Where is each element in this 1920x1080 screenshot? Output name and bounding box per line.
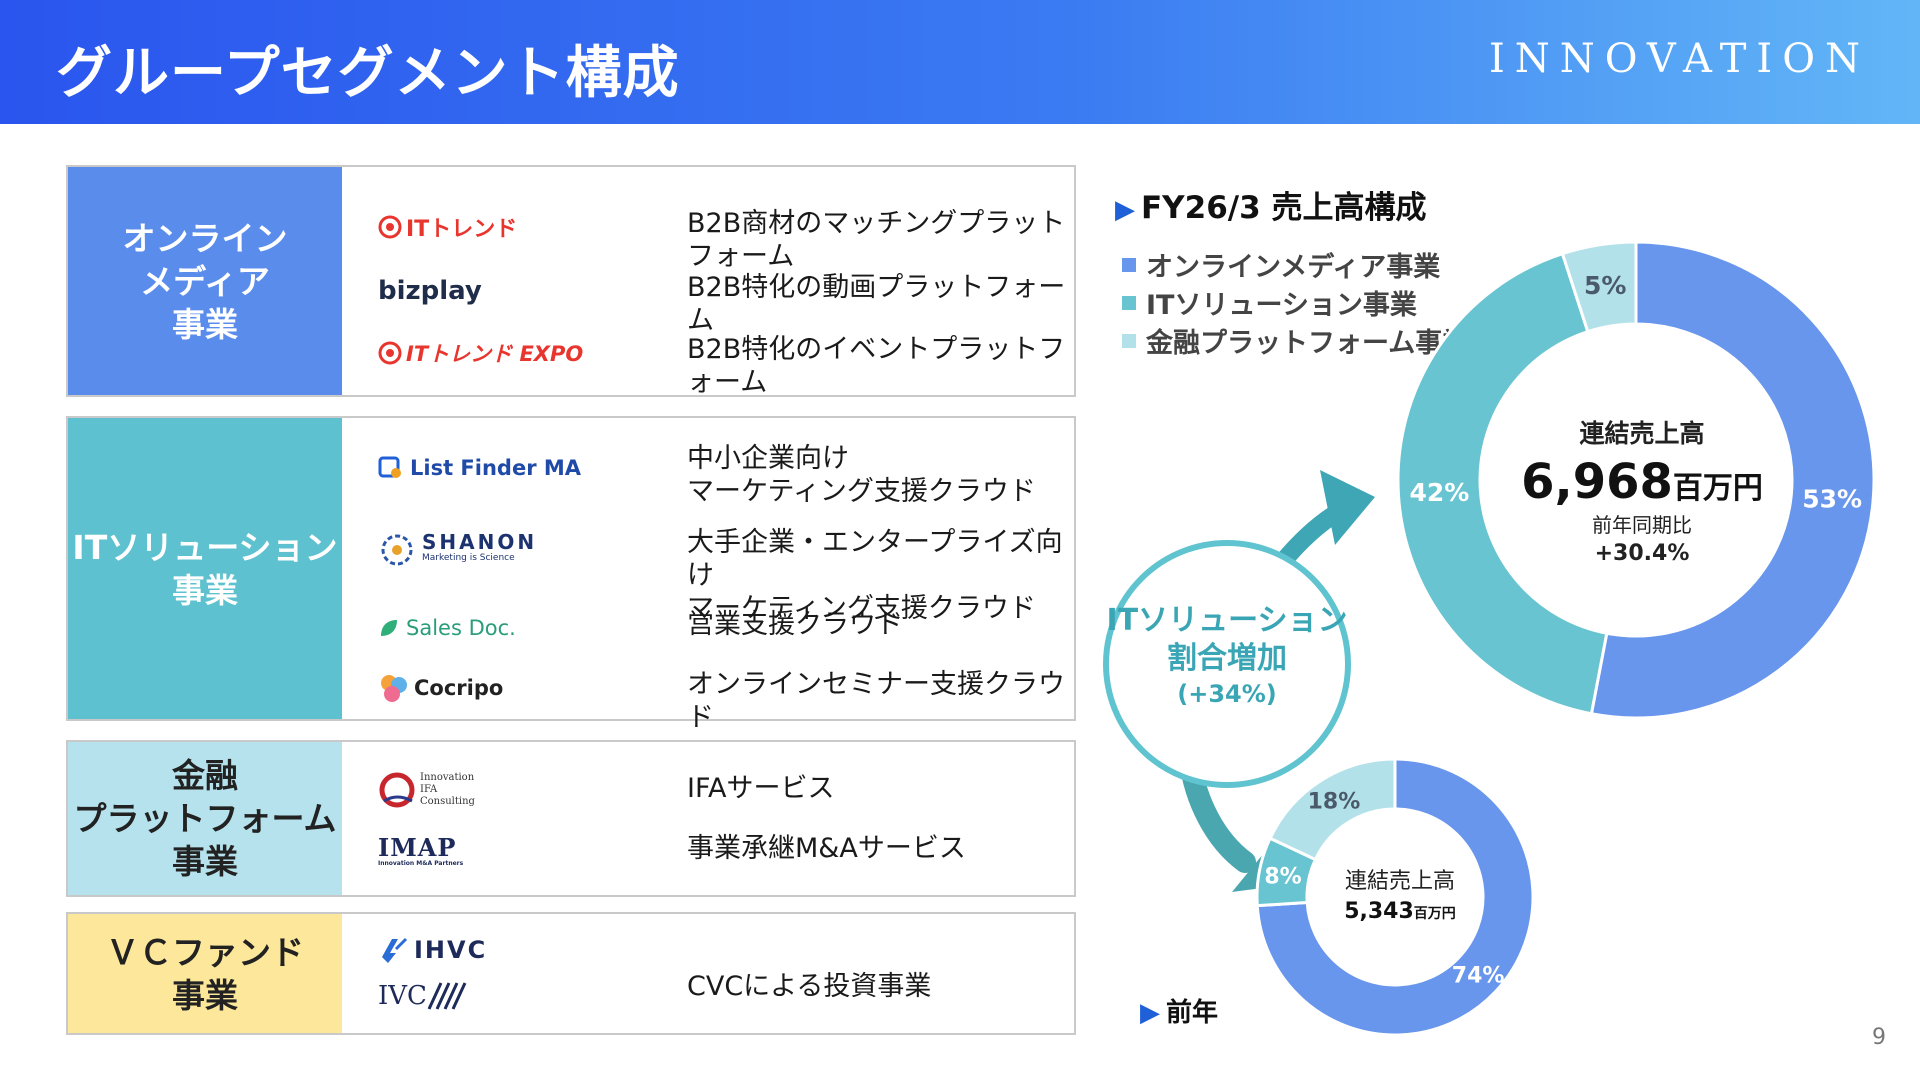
service-description: 事業承継M&Aサービス (687, 833, 966, 864)
ittrend-mark-icon (378, 215, 402, 239)
service-description: オンラインセミナー支援クラウド (687, 669, 1065, 733)
segment-name: オンライン メディア 事業 (68, 167, 342, 395)
service-description: 営業支援クラウド (687, 609, 903, 640)
page-number: 9 (1872, 1025, 1886, 1050)
service-row: ITトレンド B2B商材のマッチングプラットフォーム (342, 207, 1074, 272)
service-description: B2B特化のイベントプラットフォーム (687, 334, 1066, 398)
triangle-icon: ▶ (1115, 195, 1135, 225)
callout-line2: 割合増加 (1167, 641, 1287, 676)
slice-label: 18% (1308, 789, 1361, 814)
ittrend-logo: ITトレンド (378, 207, 517, 247)
leaf-icon (381, 620, 397, 636)
slice-label: 74% (1452, 964, 1505, 989)
page-title: グループセグメント構成 (56, 41, 680, 106)
shanon-logo: SHANON Marketing is Science (378, 530, 537, 570)
service-row: List Finder MA 中小企業向け マーケティング支援クラウド (342, 442, 1074, 507)
service-description: B2B商材のマッチングプラットフォーム (687, 208, 1066, 272)
segment-name: ITソリューション 事業 (68, 418, 342, 719)
donut-chart-current: 53% 42% 5% (1396, 240, 1876, 720)
center-value: 6,968百万円 (1521, 454, 1763, 510)
center-label: 連結売上高 (1579, 419, 1704, 448)
ittrend-expo-logo: ITトレンド EXPO (378, 333, 583, 373)
ihvc-mark-icon (382, 937, 408, 963)
legend-item: 金融プラットフォーム事業 (1122, 321, 1469, 360)
imap-logo: IMAP Innovation M&A Partners (378, 833, 464, 868)
segment-online-media: オンライン メディア 事業 ITトレンド B2B商材のマッチングプラットフォーム… (66, 165, 1076, 398)
service-description: IFAサービス (687, 773, 835, 804)
ihvc-logo: IHVC (378, 930, 487, 970)
legend-item: ITソリューション事業 (1122, 283, 1417, 322)
callout-line3: (+34%) (1177, 680, 1277, 708)
donut-slice (1268, 757, 1397, 862)
service-row: SHANON Marketing is Science 大手企業・エンタープライ… (342, 526, 1074, 624)
segment-financial-platform: 金融 プラットフォーム 事業 Innovation IFA Consulting… (66, 740, 1076, 897)
center-yoy-label: 前年同期比 (1592, 513, 1692, 537)
segment-name: ＶＣファンド 事業 (68, 914, 342, 1033)
shanon-mark-icon (381, 534, 413, 566)
donut-chart-previous: 74% 8% 18% (1255, 757, 1535, 1037)
donut-slice (1255, 836, 1318, 908)
segment-vc-fund: ＶＣファンド 事業 IHVC IVC CVCによる投資事業 (66, 912, 1076, 1035)
cocripo-logo: Cocripo (378, 668, 503, 708)
prev-center-label: 連結売上高 (1345, 869, 1455, 894)
brand-logo: INNOVATION (1488, 36, 1870, 82)
list-finder-logo: List Finder MA (378, 448, 581, 488)
down-arrow-icon (1179, 749, 1256, 873)
service-row: Innovation IFA Consulting IFAサービス (342, 772, 1074, 812)
service-description: B2B特化の動画プラットフォーム (687, 272, 1066, 336)
ifa-mark-icon (379, 772, 415, 808)
service-row: Sales Doc. 営業支援クラウド (342, 608, 1074, 648)
callout-line1: ITソリューション (1106, 603, 1347, 638)
trend-arrow-icon (1181, 503, 1347, 764)
ivc-logo: IVC (378, 976, 471, 1016)
center-yoy-value: +30.4% (1595, 541, 1690, 566)
service-row: bizplay B2B特化の動画プラットフォーム (342, 271, 1074, 336)
slice-label: 5% (1584, 271, 1626, 300)
list-finder-icon (378, 456, 401, 478)
service-row: Cocripo オンラインセミナー支援クラウド (342, 668, 1074, 733)
chart-heading: ▶ FY26/3 売上高構成 (1115, 190, 1427, 226)
service-row: IMAP Innovation M&A Partners 事業承継M&Aサービス (342, 832, 1074, 872)
donut-slice (1560, 240, 1638, 334)
cocripo-mark-icon (381, 675, 407, 702)
segment-name: 金融 プラットフォーム 事業 (68, 742, 342, 895)
trend-arrowhead-icon (1320, 470, 1375, 545)
donut-slice (1255, 757, 1535, 1037)
service-row: IHVC (342, 930, 1074, 970)
prev-center-value: 5,343百万円 (1344, 899, 1456, 924)
service-description: 中小企業向け マーケティング支援クラウド (687, 443, 1036, 507)
bizplay-logo: bizplay (378, 276, 482, 306)
previous-year-heading: ▶ 前年 (1140, 998, 1219, 1028)
callout-circle (1103, 540, 1351, 788)
slice-label: 53% (1802, 484, 1862, 513)
service-row: IVC CVCによる投資事業 (342, 971, 1074, 1016)
slice-label: 8% (1264, 864, 1301, 889)
triangle-icon: ▶ (1140, 998, 1160, 1028)
sales-doc-logo: Sales Doc. (378, 608, 516, 648)
service-row: ITトレンド EXPO B2B特化のイベントプラットフォーム (342, 333, 1074, 398)
segment-it-solution: ITソリューション 事業 List Finder MA 中小企業向け マーケティ… (66, 416, 1076, 733)
legend-item: オンラインメディア事業 (1122, 245, 1440, 284)
service-description: CVCによる投資事業 (687, 971, 932, 1002)
ivc-stripes-icon (427, 982, 467, 1010)
header-bar: グループセグメント構成 INNOVATION (0, 0, 1920, 124)
donut-slice (1589, 240, 1876, 720)
ittrend-mark-icon (378, 341, 402, 365)
slice-label: 42% (1409, 478, 1469, 507)
ifa-logo: Innovation IFA Consulting (378, 770, 488, 810)
